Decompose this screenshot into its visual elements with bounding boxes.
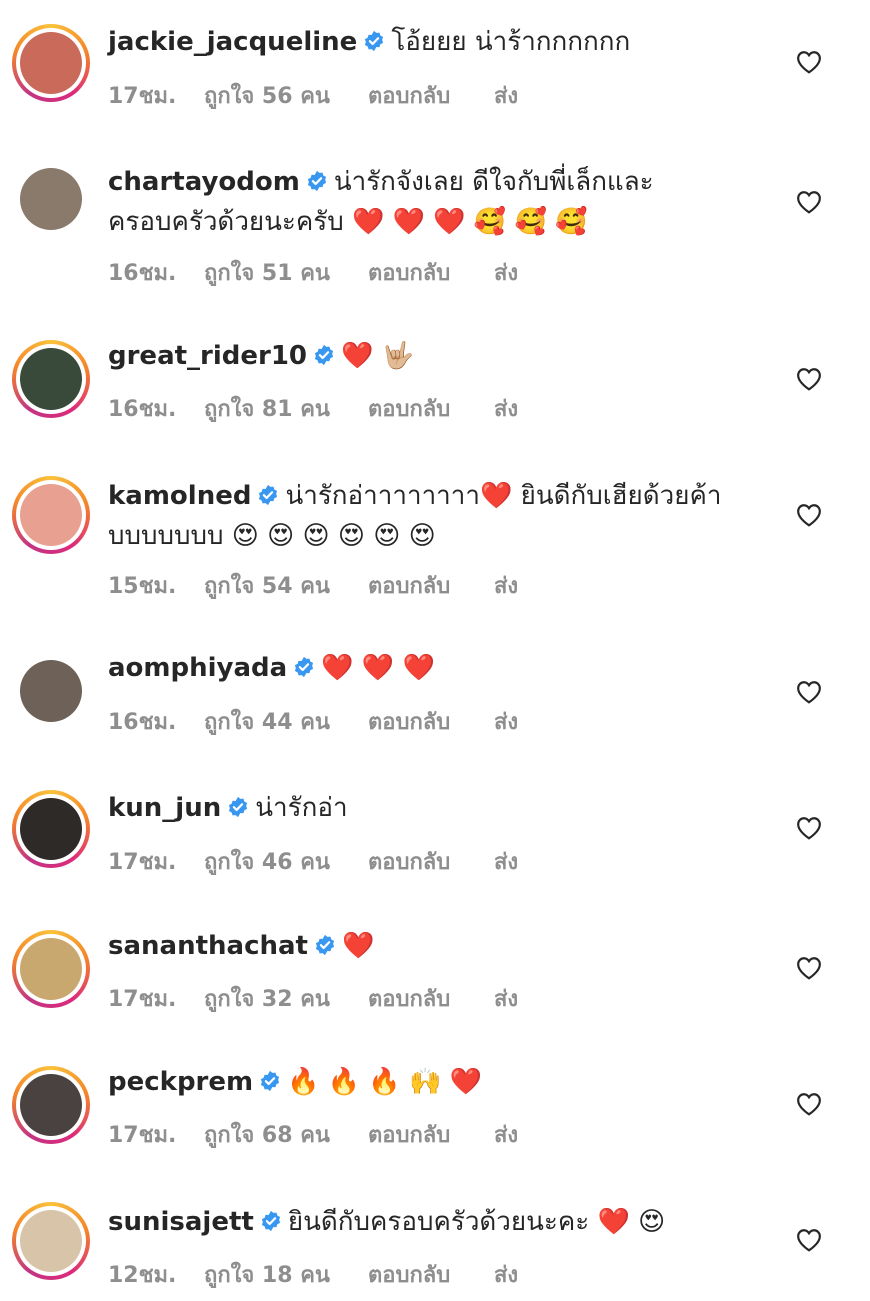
comment-likes-count[interactable]: ถูกใจ 68 คน <box>204 1117 368 1152</box>
avatar-story-ring[interactable] <box>12 930 90 1008</box>
reply-button[interactable]: ตอบกลับ <box>368 568 494 603</box>
verified-badge-icon <box>259 484 278 506</box>
comment-timestamp: 17ชม. <box>108 84 177 109</box>
verified-badge-icon <box>295 656 314 678</box>
comment-text: ยินดีกับครอบครัวด้วยนะคะ ❤️ 😍 <box>287 1207 666 1237</box>
reply-button[interactable]: ตอบกลับ <box>368 704 494 739</box>
avatar <box>20 1210 82 1272</box>
send-button[interactable]: ส่ง <box>494 1117 518 1152</box>
comment-username[interactable]: peckprem <box>108 1067 253 1097</box>
reply-button[interactable]: ตอบกลับ <box>368 78 494 113</box>
avatar <box>20 938 82 1000</box>
send-button[interactable]: ส่ง <box>494 1257 518 1292</box>
reply-button[interactable]: ตอบกลับ <box>368 981 494 1016</box>
send-button[interactable]: ส่ง <box>494 844 518 879</box>
avatar-story-ring[interactable] <box>12 790 90 868</box>
comment-likes-count[interactable]: ถูกใจ 44 คน <box>204 704 368 739</box>
avatar-story-ring[interactable] <box>12 340 90 418</box>
comment-username[interactable]: kamolned <box>108 481 251 511</box>
comment-text: 🔥 🔥 🔥 🙌 ❤️ <box>287 1067 483 1097</box>
avatar-container[interactable] <box>12 652 90 730</box>
comment-likes-count[interactable]: ถูกใจ 46 คน <box>204 844 368 879</box>
verified-badge-icon <box>229 796 248 818</box>
reply-button[interactable]: ตอบกลับ <box>368 391 494 426</box>
reply-button[interactable]: ตอบกลับ <box>368 1257 494 1292</box>
comment-username[interactable]: aomphiyada <box>108 653 287 683</box>
heart-outline-icon[interactable] <box>796 50 822 74</box>
comment-username[interactable]: kun_jun <box>108 793 221 823</box>
comment-likes-count[interactable]: ถูกใจ 32 คน <box>204 981 368 1016</box>
comment-timestamp: 12ชม. <box>108 1263 177 1288</box>
avatar-story-ring[interactable] <box>12 1202 90 1280</box>
reply-button[interactable]: ตอบกลับ <box>368 844 494 879</box>
heart-outline-icon[interactable] <box>796 680 822 704</box>
comment-text: น่ารักอ่าาาาาาาา❤️ ยินดีกับเฮียด้วยค้า <box>285 481 722 511</box>
send-button[interactable]: ส่ง <box>494 391 518 426</box>
heart-outline-icon[interactable] <box>796 956 822 980</box>
comment-likes-count[interactable]: ถูกใจ 54 คน <box>204 568 368 603</box>
avatar <box>20 32 82 94</box>
heart-outline-icon[interactable] <box>796 503 822 527</box>
avatar <box>20 1074 82 1136</box>
avatar <box>20 484 82 546</box>
comment-text: โอ้ยยย น่าร้ากกกกกก <box>391 27 631 57</box>
comment-timestamp: 17ชม. <box>108 850 177 875</box>
send-button[interactable]: ส่ง <box>494 981 518 1016</box>
comment-username[interactable]: sunisajett <box>108 1207 254 1237</box>
avatar-story-ring[interactable] <box>12 1066 90 1144</box>
comment-text: น่ารักอ่า <box>255 793 348 823</box>
heart-outline-icon[interactable] <box>796 190 822 214</box>
avatar <box>20 168 82 230</box>
comment-username[interactable]: sananthachat <box>108 931 308 961</box>
comment-username[interactable]: chartayodom <box>108 167 300 197</box>
reply-button[interactable]: ตอบกลับ <box>368 1117 494 1152</box>
verified-badge-icon <box>315 934 335 956</box>
comment-timestamp: 17ชม. <box>108 987 177 1012</box>
send-button[interactable]: ส่ง <box>494 704 518 739</box>
comment-timestamp: 15ชม. <box>108 574 177 599</box>
comment-text-continued: ครอบครัวด้วยนะครับ ❤️ ❤️ ❤️ 🥰 🥰 🥰 <box>108 207 588 237</box>
comment-text-continued: บบบบบบบ 😍 😍 😍 😍 😍 😍 <box>108 521 436 551</box>
avatar <box>20 660 82 722</box>
heart-outline-icon[interactable] <box>796 1092 822 1116</box>
avatar-container[interactable] <box>12 160 90 238</box>
verified-badge-icon <box>365 30 384 52</box>
comment-timestamp: 17ชม. <box>108 1123 177 1148</box>
heart-outline-icon[interactable] <box>796 367 822 391</box>
comment-timestamp: 16ชม. <box>108 397 177 422</box>
comment-likes-count[interactable]: ถูกใจ 18 คน <box>204 1257 368 1292</box>
comment-likes-count[interactable]: ถูกใจ 51 คน <box>204 255 368 290</box>
send-button[interactable]: ส่ง <box>494 78 518 113</box>
avatar <box>20 348 82 410</box>
verified-badge-icon <box>314 344 334 366</box>
comment-text: ❤️ <box>341 931 375 961</box>
comment-text: ❤️ 🤟🏼 <box>341 341 415 371</box>
send-button[interactable]: ส่ง <box>494 568 518 603</box>
comment-timestamp: 16ชม. <box>108 710 177 735</box>
avatar-story-ring[interactable] <box>12 24 90 102</box>
verified-badge-icon <box>261 1070 280 1092</box>
comment-username[interactable]: great_rider10 <box>108 341 307 371</box>
heart-outline-icon[interactable] <box>796 816 822 840</box>
comment-username[interactable]: jackie_jacqueline <box>108 27 357 57</box>
send-button[interactable]: ส่ง <box>494 255 518 290</box>
comment-likes-count[interactable]: ถูกใจ 56 คน <box>204 78 368 113</box>
verified-badge-icon <box>307 170 326 192</box>
comment-text: ❤️ ❤️ ❤️ <box>321 653 435 683</box>
comment-likes-count[interactable]: ถูกใจ 81 คน <box>204 391 368 426</box>
reply-button[interactable]: ตอบกลับ <box>368 255 494 290</box>
avatar-story-ring[interactable] <box>12 476 90 554</box>
heart-outline-icon[interactable] <box>796 1228 822 1252</box>
avatar <box>20 798 82 860</box>
comment-timestamp: 16ชม. <box>108 261 177 286</box>
comment-text: น่ารักจังเลย ดีใจกับพี่เล็กและ <box>333 167 654 197</box>
verified-badge-icon <box>261 1210 280 1232</box>
